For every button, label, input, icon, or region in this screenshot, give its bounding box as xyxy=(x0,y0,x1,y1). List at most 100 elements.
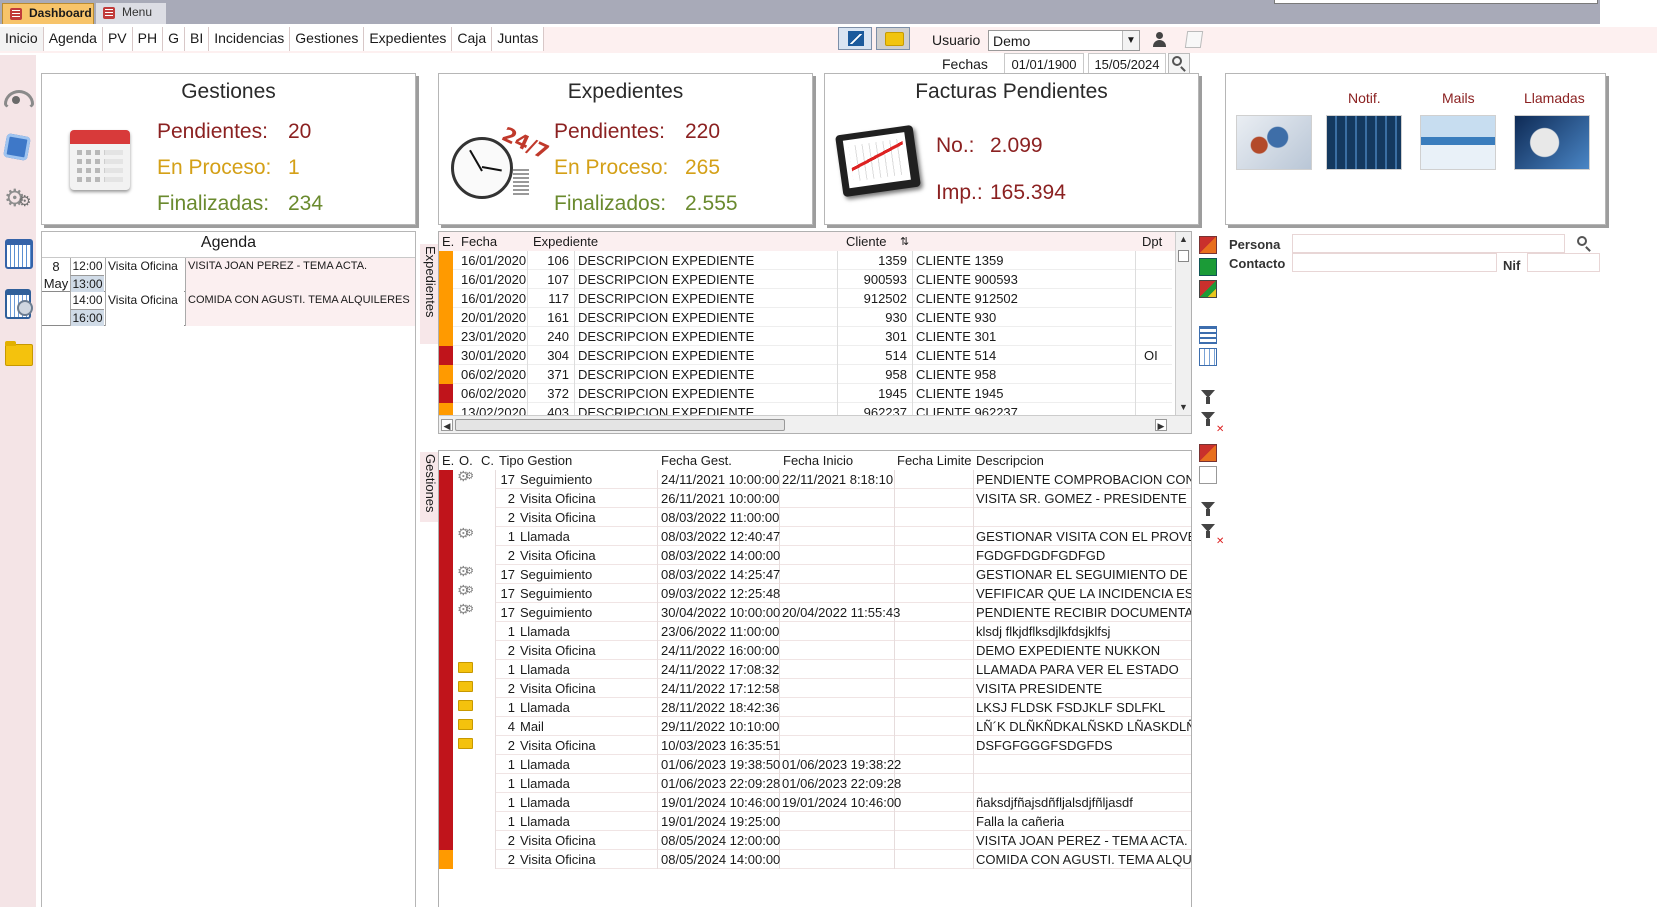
sort-icon[interactable]: ⇅ xyxy=(900,235,909,248)
table-row[interactable]: 1 Llamada 19/01/2024 19:25:00 Falla la cañe… xyxy=(439,812,1191,831)
expedientes-vertical-scrollbar[interactable]: ▲ ▼ xyxy=(1175,232,1191,415)
col-header-e[interactable]: E. xyxy=(442,453,454,468)
menu-item-inicio[interactable]: Inicio xyxy=(0,27,44,51)
table-row[interactable]: 17 Seguimiento 30/04/2022 10:00:0020/04/20… xyxy=(439,601,1191,622)
table-row[interactable]: 1 Llamada 08/03/2022 12:40:47 GESTIONAR VIS… xyxy=(439,525,1191,546)
col-header-e[interactable]: E. xyxy=(442,234,454,249)
table-row[interactable]: 1 Llamada 23/06/2022 11:00:00 klsdj flkjdfl… xyxy=(439,622,1191,641)
form-view-icon[interactable] xyxy=(1199,326,1217,344)
chevron-down-icon[interactable]: ▼ xyxy=(1122,31,1139,50)
menu-item-ph[interactable]: PH xyxy=(132,27,164,51)
menu-item-g[interactable]: G xyxy=(163,27,185,51)
box-icon[interactable] xyxy=(4,134,30,160)
llamadas-image[interactable] xyxy=(1514,115,1590,170)
tab-menu[interactable]: Menu xyxy=(96,3,166,24)
menu-item-incidencias[interactable]: Incidencias xyxy=(209,27,291,51)
table-row[interactable]: 2 Visita Oficina 08/05/2024 12:00:00 VISITA… xyxy=(439,831,1191,850)
expedientes-card[interactable]: Expedientes 24/7 Pendientes: 220 En Proc… xyxy=(438,73,813,225)
col-header-dpt[interactable]: Dpt xyxy=(1142,234,1162,249)
state-all-filter-icon[interactable] xyxy=(1199,280,1217,298)
table-row[interactable]: 1 Llamada 28/11/2022 18:42:36 LKSJ FLDSK FS… xyxy=(439,698,1191,717)
menu-item-caja[interactable]: Caja xyxy=(452,27,493,51)
menu-item-gestiones[interactable]: Gestiones xyxy=(290,27,365,51)
tab-dashboard[interactable]: Dashboard xyxy=(2,3,94,24)
table-row[interactable]: 16/01/2020 106 DESCRIPCION EXPEDIENTE 1359 C… xyxy=(439,251,1172,270)
col-header-o[interactable]: O. xyxy=(459,453,473,468)
nif-input[interactable] xyxy=(1527,253,1600,272)
calendar-clock-icon[interactable] xyxy=(4,286,33,319)
menu-item-pv[interactable]: PV xyxy=(102,27,133,51)
note-icon[interactable] xyxy=(1184,31,1204,48)
menu-item-juntas[interactable]: Juntas xyxy=(492,27,545,51)
facturas-card[interactable]: Facturas Pendientes No.: 2.099 Imp.: 165… xyxy=(824,73,1199,225)
col-header-tipo[interactable]: Tipo Gestion xyxy=(499,453,572,468)
col-header-c[interactable]: C. xyxy=(481,453,494,468)
table-row[interactable]: 2 Visita Oficina 08/05/2024 14:00:00 COMIDA… xyxy=(439,850,1191,869)
notif-image[interactable] xyxy=(1326,115,1402,170)
table-row[interactable]: 06/02/2020 371 DESCRIPCION EXPEDIENTE 958 CL… xyxy=(439,365,1172,384)
scroll-right-icon[interactable]: ▶ xyxy=(1155,419,1167,431)
table-row[interactable]: 4 Mail 29/11/2022 10:10:00 LÑ´K DLÑKÑDKALÑS… xyxy=(439,717,1191,736)
contacto-input[interactable] xyxy=(1292,253,1497,272)
expedientes-horizontal-scrollbar[interactable]: ◀ ▶ xyxy=(439,415,1191,433)
scroll-left-icon[interactable]: ◀ xyxy=(441,419,453,431)
menu-item-expedientes[interactable]: Expedientes xyxy=(364,27,453,51)
chart-button[interactable] xyxy=(838,27,872,50)
state-red-filter-icon[interactable] xyxy=(1199,444,1217,462)
table-row[interactable]: 1 Llamada 01/06/2023 19:38:50 01/06/2023 19… xyxy=(439,755,1191,774)
col-header-cliente[interactable]: Cliente xyxy=(846,234,886,249)
gears-hand-image[interactable] xyxy=(1236,115,1312,170)
usuario-select[interactable]: Demo ▼ xyxy=(988,30,1140,51)
table-row[interactable]: 2 Visita Oficina 08/03/2022 11:00:00 xyxy=(439,508,1191,527)
calendar-icon[interactable] xyxy=(4,236,33,269)
persona-input[interactable] xyxy=(1292,234,1565,253)
col-header-fecha[interactable]: Fecha xyxy=(461,234,497,249)
table-row[interactable]: 17 Seguimiento 08/03/2022 14:25:47 GESTIONA… xyxy=(439,563,1191,584)
gestiones-card[interactable]: Gestiones Pendientes: 20 En Proceso: 1 F… xyxy=(41,73,416,225)
persona-search-button[interactable] xyxy=(1574,234,1596,254)
table-row[interactable]: 16/01/2020 107 DESCRIPCION EXPEDIENTE 90059… xyxy=(439,270,1172,289)
table-row[interactable]: 17 Seguimiento 24/11/2021 10:00:0022/11/20… xyxy=(439,468,1191,489)
folder-button[interactable] xyxy=(876,27,910,50)
remove-filter-icon[interactable] xyxy=(1199,410,1224,435)
col-header-expediente[interactable]: Expediente xyxy=(533,234,598,249)
agenda-item[interactable]: 12:00 13:00 Visita Oficina VISITA JOAN P… xyxy=(42,258,415,292)
table-row[interactable]: 30/01/2020 304 DESCRIPCION EXPEDIENTE 514 CL… xyxy=(439,346,1172,365)
scroll-thumb[interactable] xyxy=(1178,250,1189,262)
gears-icon[interactable] xyxy=(4,184,31,214)
filter-icon[interactable] xyxy=(1199,388,1217,406)
date-from-field[interactable]: 01/01/1900 xyxy=(1004,53,1084,75)
grid-view-icon[interactable] xyxy=(1199,348,1217,366)
state-red-filter-icon[interactable] xyxy=(1199,236,1217,254)
scroll-down-icon[interactable]: ▼ xyxy=(1178,402,1189,413)
state-blank-filter-icon[interactable] xyxy=(1199,466,1217,484)
folder-icon[interactable] xyxy=(4,340,33,366)
table-row[interactable]: 2 Visita Oficina 10/03/2023 16:35:51 DSFGFG… xyxy=(439,736,1191,755)
table-row[interactable]: 06/02/2020 372 DESCRIPCION EXPEDIENTE 1945 C… xyxy=(439,384,1172,403)
table-row[interactable]: 2 Visita Oficina 24/11/2022 16:00:00 DEMO E… xyxy=(439,641,1191,660)
menu-item-bi[interactable]: BI xyxy=(185,27,210,51)
eye-icon[interactable] xyxy=(4,86,34,112)
table-row[interactable]: 1 Llamada 24/11/2022 17:08:32 LLAMADA PARA … xyxy=(439,660,1191,679)
date-to-field[interactable]: 15/05/2024 xyxy=(1088,53,1166,75)
table-row[interactable]: 16/01/2020 117 DESCRIPCION EXPEDIENTE 91250… xyxy=(439,289,1172,308)
col-header-descripcion[interactable]: Descripcion xyxy=(976,453,1044,468)
remove-filter-icon[interactable] xyxy=(1199,522,1224,547)
scroll-thumb[interactable] xyxy=(455,419,785,431)
col-header-fecha-inicio[interactable]: Fecha Inicio xyxy=(783,453,853,468)
table-row[interactable]: 20/01/2020 161 DESCRIPCION EXPEDIENTE 930 CL… xyxy=(439,308,1172,327)
state-green-filter-icon[interactable] xyxy=(1199,258,1217,276)
table-row[interactable]: 2 Visita Oficina 08/03/2022 14:00:00 FGDGFD… xyxy=(439,546,1191,565)
table-row[interactable]: 2 Visita Oficina 24/11/2022 17:12:58 VISITA… xyxy=(439,679,1191,698)
table-row[interactable]: 23/01/2020 240 DESCRIPCION EXPEDIENTE 301 CL… xyxy=(439,327,1172,346)
table-row[interactable]: 17 Seguimiento 09/03/2022 12:25:48 VEFIFICA… xyxy=(439,582,1191,603)
col-header-fecha-limite[interactable]: Fecha Limite xyxy=(897,453,971,468)
table-row[interactable]: 1 Llamada 19/01/2024 10:46:00 19/01/2024 10… xyxy=(439,793,1191,812)
table-row[interactable]: 2 Visita Oficina 26/11/2021 10:00:00 VISITA… xyxy=(439,489,1191,508)
filter-icon[interactable] xyxy=(1199,500,1217,518)
col-header-fecha-gest[interactable]: Fecha Gest. xyxy=(661,453,732,468)
agenda-item[interactable]: 14:00 16:00 Visita Oficina COMIDA CON AG… xyxy=(42,292,415,326)
table-row[interactable]: 1 Llamada 01/06/2023 22:09:28 01/06/2023 22… xyxy=(439,774,1191,793)
mails-image[interactable] xyxy=(1420,115,1496,170)
menu-item-agenda[interactable]: Agenda xyxy=(43,27,103,51)
